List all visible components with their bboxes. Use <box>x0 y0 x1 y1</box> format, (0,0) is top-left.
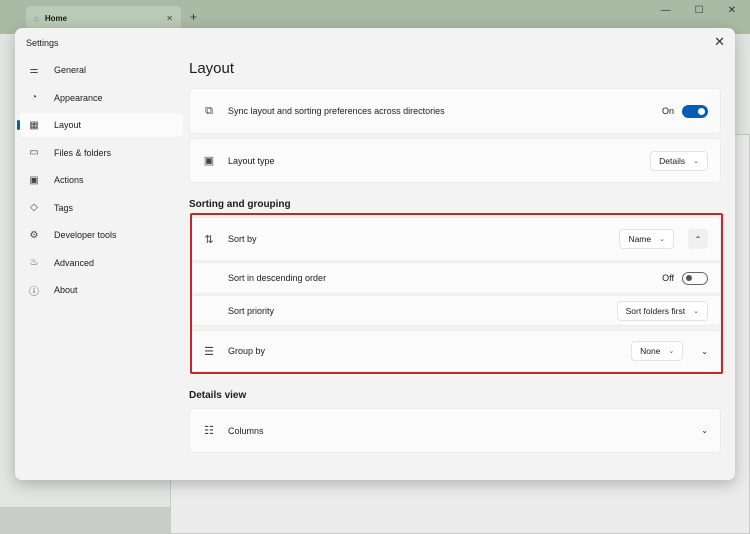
page-title: Layout <box>189 60 234 77</box>
sidebar-item-label: General <box>54 65 86 75</box>
sidebar-item-files-folders[interactable]: ▭ Files & folders <box>19 141 183 165</box>
sync-label: Sync layout and sorting preferences acro… <box>228 106 445 116</box>
sidebar-item-label: Layout <box>54 120 81 130</box>
sync-layout-icon: ⧉ <box>202 105 216 118</box>
actions-icon: ▣ <box>27 175 41 186</box>
settings-dialog: Settings ✕ ⚌ General ◔ Appearance ▦ Layout ▭ Fi… <box>15 28 735 480</box>
highlight-box <box>190 213 723 374</box>
layout-type-icon: ▣ <box>202 154 216 167</box>
dropdown-value: Details <box>659 156 685 166</box>
grid-icon: ▦ <box>27 120 41 131</box>
sidebar-item-label: Actions <box>54 175 84 185</box>
maximize-button[interactable]: ☐ <box>695 5 704 16</box>
sidebar-item-appearance[interactable]: ◔ Appearance <box>19 86 183 110</box>
tab-home[interactable]: ⌂ Home ✕ <box>26 6 181 30</box>
sidebar-item-tags[interactable]: ◇ Tags <box>19 196 183 220</box>
sorting-heading: Sorting and grouping <box>189 199 291 210</box>
palette-icon: ◔ <box>27 92 41 103</box>
chevron-down-icon: ⌄ <box>693 157 699 165</box>
columns-setting[interactable]: ☷ Columns ⌄ <box>189 408 721 453</box>
window-close-button[interactable]: ✕ <box>728 5 736 16</box>
folder-icon: ▭ <box>27 147 41 158</box>
tab-title: Home <box>45 14 67 23</box>
tab-close-button[interactable]: ✕ <box>166 14 173 23</box>
expand-chevron-icon[interactable]: ⌄ <box>701 426 708 435</box>
sidebar-item-label: Advanced <box>54 258 94 268</box>
sync-state: On <box>662 106 674 116</box>
sidebar-item-about[interactable]: ⓘ About <box>19 278 183 302</box>
columns-label: Columns <box>228 426 264 436</box>
sync-setting: ⧉ Sync layout and sorting preferences ac… <box>189 88 721 134</box>
sidebar-item-label: Files & folders <box>54 148 111 158</box>
sidebar-item-general[interactable]: ⚌ General <box>19 58 183 82</box>
layout-type-dropdown[interactable]: Details ⌄ <box>650 151 708 171</box>
layout-type-setting: ▣ Layout type Details ⌄ <box>189 138 721 183</box>
close-button[interactable]: ✕ <box>714 34 725 50</box>
developer-tools-icon: ⚙ <box>27 230 41 241</box>
sidebar-item-advanced[interactable]: ♨ Advanced <box>19 251 183 275</box>
sliders-icon: ⚌ <box>27 65 41 76</box>
new-tab-button[interactable]: + <box>190 10 197 24</box>
dialog-title: Settings <box>26 38 59 48</box>
sidebar-item-label: Developer tools <box>54 230 117 240</box>
details-view-heading: Details view <box>189 390 246 401</box>
sidebar-item-layout[interactable]: ▦ Layout <box>19 113 183 137</box>
sidebar-item-developer-tools[interactable]: ⚙ Developer tools <box>19 223 183 247</box>
sidebar-item-actions[interactable]: ▣ Actions <box>19 168 183 192</box>
sidebar-item-label: Tags <box>54 203 73 213</box>
sidebar-item-label: About <box>54 285 78 295</box>
columns-list-icon: ☷ <box>202 424 216 437</box>
sidebar-item-label: Appearance <box>54 93 103 103</box>
home-icon: ⌂ <box>34 14 39 23</box>
info-icon: ⓘ <box>27 283 41 298</box>
advanced-icon: ♨ <box>27 257 41 268</box>
settings-nav: ⚌ General ◔ Appearance ▦ Layout ▭ Files & folde… <box>19 58 183 306</box>
tag-icon: ◇ <box>27 202 41 213</box>
layout-type-label: Layout type <box>228 156 275 166</box>
sync-toggle[interactable] <box>682 105 708 118</box>
minimize-button[interactable]: — <box>661 5 671 16</box>
